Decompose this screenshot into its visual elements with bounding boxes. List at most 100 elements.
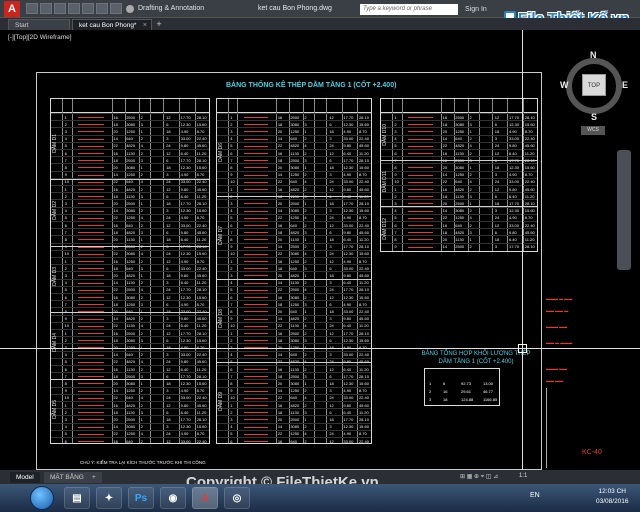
redo-icon[interactable] bbox=[110, 3, 122, 14]
search-input[interactable]: Type a keyword or phrase bbox=[360, 4, 458, 15]
table-cell: 4 bbox=[304, 143, 307, 149]
photoshop-icon[interactable]: Ps bbox=[128, 487, 154, 509]
table-cell: 22 bbox=[113, 143, 118, 149]
compass-north[interactable]: N bbox=[590, 50, 597, 60]
navigation-bar[interactable] bbox=[617, 150, 631, 270]
sign-in-button[interactable]: Sign In bbox=[465, 4, 487, 15]
table-cell: 12.30 bbox=[343, 294, 354, 300]
table-cell: 12 bbox=[494, 222, 500, 228]
system-clock[interactable]: 12:03 CH 03/08/2016 bbox=[596, 487, 629, 507]
open-file-icon[interactable] bbox=[40, 3, 52, 14]
table-cell: 4 bbox=[394, 208, 397, 214]
group-separator bbox=[217, 196, 371, 197]
table-cell: 10 bbox=[230, 395, 235, 401]
viewcube-top-face[interactable]: TOP bbox=[582, 74, 606, 96]
tab-model[interactable]: Model bbox=[10, 472, 40, 483]
table-cell: 4820 bbox=[455, 186, 465, 192]
summary-cell: 29.61 bbox=[461, 389, 472, 394]
table-cell: 2 bbox=[140, 366, 143, 372]
table-cell: 22.40 bbox=[524, 179, 535, 185]
table-cell: 2 bbox=[64, 193, 67, 199]
table-cell: 22 bbox=[277, 431, 283, 437]
table-cell: 18 bbox=[329, 164, 334, 170]
status-bar-tools[interactable]: ⊞ ▦ ⊕ ⌖ ◫ ⊿ bbox=[460, 473, 498, 481]
compass-south[interactable]: S bbox=[591, 112, 597, 122]
table-cell: 6 bbox=[166, 157, 169, 163]
table-cell: 18 bbox=[166, 380, 171, 386]
table-cell: 3 bbox=[304, 409, 307, 415]
table-cell: 45.60 bbox=[196, 359, 207, 365]
explorer-icon[interactable]: ▤ bbox=[64, 487, 90, 509]
viewport-controls[interactable]: [-][Top][2D Wireframe] bbox=[8, 34, 72, 41]
rebar-shape bbox=[78, 275, 104, 277]
table-cell: 1 bbox=[140, 416, 143, 422]
table-cell: 22 bbox=[113, 395, 118, 401]
new-tab-button[interactable]: + bbox=[153, 19, 165, 30]
table-cell: 12 bbox=[166, 330, 171, 336]
tab-label: ket cau Bon Phong* bbox=[79, 22, 137, 29]
save-icon[interactable] bbox=[54, 3, 66, 14]
table-cell: 1 bbox=[304, 200, 307, 206]
table-cell: 9 bbox=[394, 172, 397, 178]
table-cell: 17.70 bbox=[343, 244, 354, 250]
app-icon[interactable]: ◎ bbox=[224, 487, 250, 509]
table-cell: 24 bbox=[329, 431, 334, 437]
table-cell: 24 bbox=[329, 287, 334, 293]
table-cell: 33.00 bbox=[508, 136, 519, 142]
table-cell: 1 bbox=[64, 258, 67, 264]
print-icon[interactable] bbox=[82, 3, 94, 14]
table-cell: 24 bbox=[166, 431, 171, 437]
save-as-icon[interactable] bbox=[68, 3, 80, 14]
table-cell: 1 bbox=[304, 128, 307, 134]
table-cell: 6 bbox=[166, 265, 169, 271]
table-cell: 4820 bbox=[290, 229, 300, 235]
table-cell: 24 bbox=[166, 395, 171, 401]
add-layout-button[interactable]: + bbox=[86, 472, 102, 483]
rebar-shape bbox=[78, 138, 104, 140]
table-cell: 22.40 bbox=[358, 438, 369, 444]
table-cell: 2500 bbox=[290, 330, 300, 336]
table-cell: 17.70 bbox=[180, 330, 191, 336]
app-icon[interactable]: ✦ bbox=[96, 487, 122, 509]
table-cell: 15.60 bbox=[358, 294, 369, 300]
rebar-shape bbox=[407, 239, 434, 241]
table-cell: 12.30 bbox=[180, 380, 191, 386]
table-cell: 22 bbox=[113, 323, 118, 329]
table-cell: 22 bbox=[277, 251, 283, 257]
new-file-icon[interactable] bbox=[26, 3, 38, 14]
language-indicator[interactable]: EN bbox=[530, 492, 540, 499]
autocad-taskbar-icon[interactable]: A bbox=[192, 487, 218, 509]
workspace-dropdown[interactable]: Drafting & Annotation bbox=[126, 3, 204, 15]
table-cell: 3080 bbox=[126, 380, 136, 386]
tab-layout-mat-bang[interactable]: MẶT BẰNG bbox=[44, 472, 90, 483]
tab-start[interactable]: Start bbox=[8, 19, 70, 30]
table-cell: 18 bbox=[277, 157, 283, 163]
table-cell: 12 bbox=[166, 186, 171, 192]
table-cell: 1 bbox=[304, 164, 307, 170]
table-cell: 24 bbox=[166, 359, 171, 365]
table-cell: 16 bbox=[442, 222, 448, 228]
compass-west[interactable]: W bbox=[560, 80, 569, 90]
table-cell: 640 bbox=[290, 438, 297, 444]
table-cell: 12 bbox=[494, 186, 500, 192]
beam-group-label: DẦM D10 bbox=[382, 124, 388, 147]
undo-icon[interactable] bbox=[96, 3, 108, 14]
tab-drawing[interactable]: ket cau Bon Phong* × bbox=[72, 19, 152, 30]
rebar-shape bbox=[407, 217, 434, 219]
side-note: ▬▬▬ ▬▬ bbox=[546, 324, 568, 329]
table-cell: 16 bbox=[113, 150, 118, 156]
table-cell: 6 bbox=[329, 409, 332, 415]
table-cell: 18 bbox=[113, 301, 118, 307]
table-cell: 6.40 bbox=[343, 409, 352, 415]
table-cell: 17.70 bbox=[180, 114, 191, 120]
compass-east[interactable]: E bbox=[622, 80, 628, 90]
wcs-menu[interactable]: WCS bbox=[581, 126, 605, 135]
app-icon[interactable]: ◉ bbox=[160, 487, 186, 509]
annotation-scale[interactable]: 1:1 bbox=[519, 473, 527, 479]
start-button[interactable] bbox=[30, 486, 54, 510]
table-cell: 18 bbox=[494, 200, 500, 206]
rebar-shape bbox=[243, 246, 269, 248]
table-cell: 1 bbox=[469, 128, 472, 134]
autocad-logo-icon[interactable]: A bbox=[4, 1, 20, 17]
table-cell: 22 bbox=[113, 359, 118, 365]
